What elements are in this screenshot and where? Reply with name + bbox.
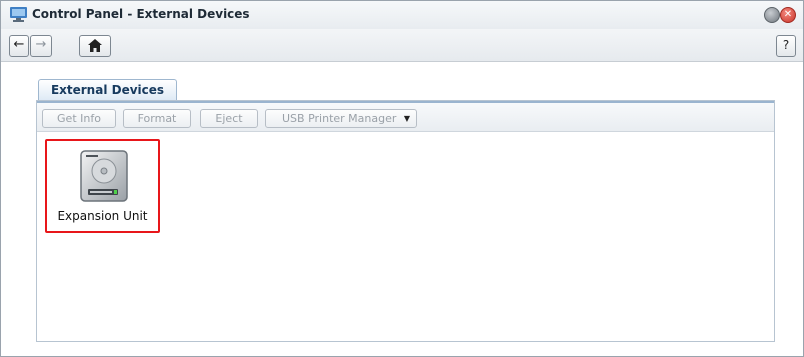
- title-bar: Control Panel - External Devices ✕: [1, 1, 803, 29]
- device-label: Expansion Unit: [57, 209, 148, 223]
- chevron-down-icon: ▼: [403, 114, 410, 123]
- control-panel-icon: [10, 7, 27, 22]
- format-button[interactable]: Format: [123, 109, 191, 128]
- window-title: Control Panel - External Devices: [32, 7, 250, 21]
- get-info-button[interactable]: Get Info: [42, 109, 116, 128]
- tab-external-devices[interactable]: External Devices: [38, 79, 177, 101]
- forward-button[interactable]: →: [30, 35, 52, 57]
- close-button[interactable]: ✕: [780, 7, 796, 23]
- toolbar: Get Info Format Eject USB Printer Manage…: [37, 101, 774, 132]
- help-button[interactable]: ?: [776, 35, 796, 57]
- minimize-button[interactable]: [764, 7, 780, 23]
- back-button[interactable]: ←: [9, 35, 29, 57]
- usb-printer-manager-dropdown[interactable]: USB Printer Manager ▼: [265, 109, 417, 128]
- device-tile-expansion-unit[interactable]: Expansion Unit: [45, 139, 160, 233]
- home-button[interactable]: [79, 35, 111, 57]
- usb-printer-manager-label: USB Printer Manager: [282, 112, 397, 125]
- control-panel-window: Control Panel - External Devices ✕ ← → ?…: [0, 0, 804, 357]
- external-devices-panel: Get Info Format Eject USB Printer Manage…: [36, 100, 775, 342]
- home-icon: [88, 39, 102, 52]
- eject-button[interactable]: Eject: [200, 109, 258, 128]
- navigation-bar: ← → ?: [1, 29, 803, 62]
- hard-drive-icon: [80, 150, 128, 202]
